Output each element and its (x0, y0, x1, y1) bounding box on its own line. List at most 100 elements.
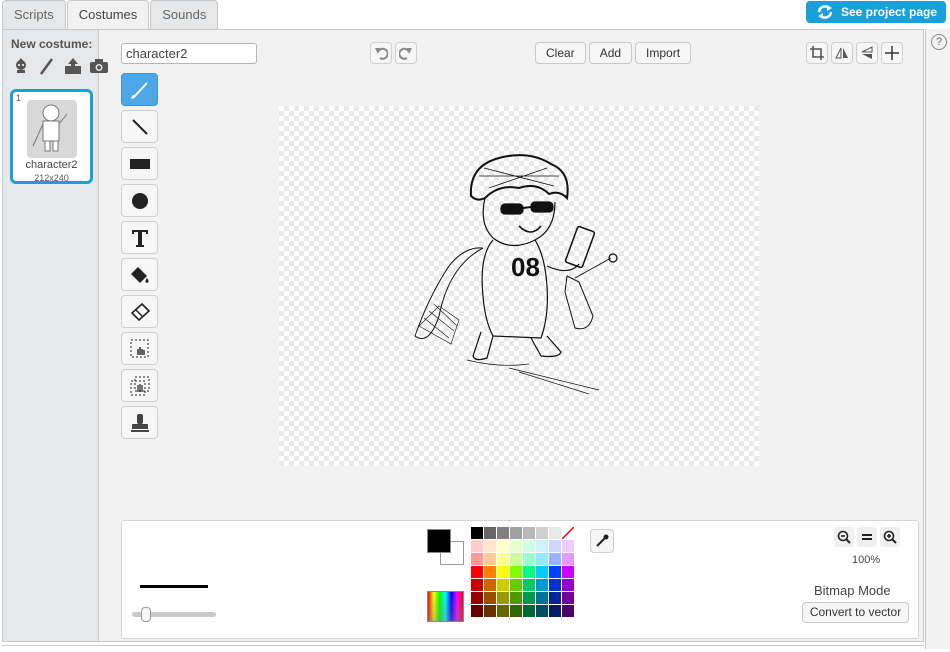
color-swatch[interactable] (510, 553, 522, 565)
select-and-duplicate-tool[interactable] (121, 369, 158, 402)
transform-tools (806, 42, 903, 64)
eraser-tool[interactable] (121, 295, 158, 328)
rectangle-tool[interactable] (121, 147, 158, 180)
import-button[interactable]: Import (635, 42, 692, 64)
color-swatch[interactable] (484, 592, 496, 604)
costume-thumbnail (27, 100, 77, 158)
color-swatch[interactable] (549, 592, 561, 604)
color-swatch[interactable] (510, 540, 522, 552)
color-swatch[interactable] (471, 527, 483, 539)
convert-to-vector-button[interactable]: Convert to vector (802, 602, 909, 623)
redo-button[interactable] (395, 42, 417, 64)
color-swatch[interactable] (536, 592, 548, 604)
color-swatch[interactable] (536, 579, 548, 591)
sprite-library-icon[interactable] (11, 56, 31, 76)
costume-name-input[interactable] (121, 43, 257, 64)
color-swatch[interactable] (562, 592, 574, 604)
costume-item[interactable]: 1 character2 212x240 (10, 89, 93, 184)
select-tool[interactable] (121, 332, 158, 365)
color-swatch[interactable] (510, 527, 522, 539)
line-tool[interactable] (121, 110, 158, 143)
tab-scripts[interactable]: Scripts (2, 0, 66, 29)
color-swatch[interactable] (536, 566, 548, 578)
paint-canvas[interactable]: 08 (279, 106, 759, 466)
see-project-page-button[interactable]: See project page (806, 1, 946, 23)
help-icon[interactable]: ? (931, 34, 947, 50)
crop-button[interactable] (806, 42, 828, 64)
color-swatch[interactable] (523, 527, 535, 539)
color-swatch[interactable] (523, 553, 535, 565)
color-swatch[interactable] (523, 592, 535, 604)
upload-icon[interactable] (63, 56, 83, 76)
tab-sounds[interactable]: Sounds (150, 0, 219, 29)
fill-tool[interactable] (121, 258, 158, 291)
brush-size-slider-handle[interactable] (141, 607, 151, 622)
tab-costumes[interactable]: Costumes (66, 0, 150, 30)
text-icon (131, 229, 148, 247)
undo-button[interactable] (370, 42, 392, 64)
color-swatch[interactable] (497, 566, 509, 578)
flip-horizontal-button[interactable] (831, 42, 853, 64)
color-swatch[interactable] (549, 553, 561, 565)
new-costume-label: New costume: (11, 37, 93, 51)
color-swatch[interactable] (471, 605, 483, 617)
ellipse-tool[interactable] (121, 184, 158, 217)
color-swatch[interactable] (497, 592, 509, 604)
color-swatch[interactable] (562, 566, 574, 578)
color-swatch[interactable] (471, 566, 483, 578)
color-swatch[interactable] (536, 527, 548, 539)
color-swatch[interactable] (497, 553, 509, 565)
color-swatch[interactable] (471, 540, 483, 552)
color-swatch[interactable] (562, 579, 574, 591)
zoom-in-button[interactable] (880, 527, 900, 547)
text-tool[interactable] (121, 221, 158, 254)
color-swatch[interactable] (484, 553, 496, 565)
color-swatch[interactable] (536, 540, 548, 552)
color-swatch[interactable] (510, 605, 522, 617)
color-swatch[interactable] (549, 566, 561, 578)
color-swatch[interactable] (523, 540, 535, 552)
paintbrush-tool[interactable] (121, 73, 158, 106)
color-swatch[interactable] (549, 540, 561, 552)
color-swatch[interactable] (484, 540, 496, 552)
flip-vertical-button[interactable] (856, 42, 878, 64)
color-swatch[interactable] (471, 579, 483, 591)
color-swatch[interactable] (510, 579, 522, 591)
color-swatch[interactable] (497, 605, 509, 617)
color-swatch[interactable] (523, 566, 535, 578)
costume-list-pane: New costume: 1 character2 212x240 (3, 30, 108, 641)
color-swatch[interactable] (549, 579, 561, 591)
clear-button[interactable]: Clear (535, 42, 586, 64)
transparent-swatch[interactable] (561, 526, 575, 540)
color-swatch[interactable] (536, 553, 548, 565)
zoom-reset-button[interactable] (857, 527, 877, 547)
add-button[interactable]: Add (588, 42, 633, 64)
eyedropper-button[interactable] (590, 529, 614, 553)
color-swatch[interactable] (484, 605, 496, 617)
color-swatch[interactable] (484, 527, 496, 539)
color-swatch[interactable] (497, 540, 509, 552)
color-picker-button[interactable] (427, 591, 464, 622)
color-swatch[interactable] (484, 566, 496, 578)
color-swatch[interactable] (471, 592, 483, 604)
color-swatch[interactable] (497, 527, 509, 539)
color-swatch[interactable] (510, 566, 522, 578)
color-swatch[interactable] (562, 553, 574, 565)
color-swatch[interactable] (549, 605, 561, 617)
color-swatch[interactable] (549, 527, 561, 539)
color-swatch[interactable] (471, 553, 483, 565)
color-swatch[interactable] (484, 579, 496, 591)
primary-color-swatch[interactable] (427, 529, 451, 553)
paint-brush-icon[interactable] (37, 56, 57, 76)
color-swatch[interactable] (510, 592, 522, 604)
camera-icon[interactable] (89, 56, 109, 76)
color-swatch[interactable] (536, 605, 548, 617)
zoom-out-button[interactable] (834, 527, 854, 547)
color-swatch[interactable] (562, 605, 574, 617)
stamp-tool[interactable] (121, 406, 158, 439)
color-swatch[interactable] (497, 579, 509, 591)
set-center-button[interactable] (881, 42, 903, 64)
color-swatch[interactable] (523, 579, 535, 591)
color-swatch[interactable] (562, 540, 574, 552)
color-swatch[interactable] (523, 605, 535, 617)
